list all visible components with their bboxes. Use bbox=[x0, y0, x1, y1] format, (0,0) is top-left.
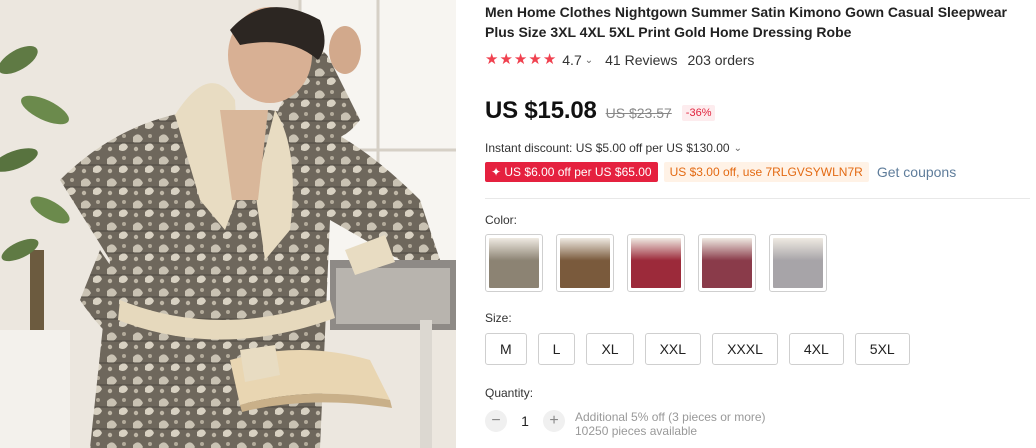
quantity-info: Additional 5% off (3 pieces or more) 102… bbox=[575, 410, 766, 438]
size-label: Size: bbox=[485, 311, 512, 325]
star-icon: ★ bbox=[499, 51, 513, 68]
get-coupons-link[interactable]: Get coupons bbox=[877, 164, 956, 180]
size-option-m[interactable]: M bbox=[485, 333, 527, 365]
size-option-xxl[interactable]: XXL bbox=[644, 333, 702, 365]
chevron-down-icon[interactable]: ⌄ bbox=[734, 143, 742, 154]
color-swatch[interactable] bbox=[627, 234, 685, 292]
current-price: US $15.08 bbox=[485, 97, 597, 124]
quantity-stepper: − 1 + Additional 5% off (3 pieces or mor… bbox=[485, 410, 1030, 438]
star-icon: ★ bbox=[528, 51, 542, 68]
product-photo bbox=[0, 0, 456, 448]
color-swatch[interactable] bbox=[485, 234, 543, 292]
product-title: Men Home Clothes Nightgown Summer Satin … bbox=[485, 4, 1007, 40]
product-details: Men Home Clothes Nightgown Summer Satin … bbox=[485, 0, 1030, 438]
size-option-4xl[interactable]: 4XL bbox=[788, 333, 844, 365]
star-icon: ★ bbox=[513, 51, 528, 68]
swatch-thumbnail bbox=[773, 238, 823, 288]
star-icon: ★ bbox=[542, 51, 557, 68]
stock-available: 10250 pieces available bbox=[575, 424, 698, 438]
swatch-thumbnail bbox=[631, 238, 681, 288]
quantity-value[interactable]: 1 bbox=[507, 410, 543, 432]
rating-stars: ★ ★ ★ ★ ★ bbox=[485, 51, 556, 69]
color-swatch[interactable] bbox=[698, 234, 756, 292]
size-options: M L XL XXL XXXL 4XL 5XL bbox=[485, 333, 1030, 365]
reviews-link[interactable]: 41 Reviews bbox=[605, 52, 677, 68]
orders-count: 203 orders bbox=[687, 52, 755, 68]
increase-quantity-button[interactable]: + bbox=[543, 410, 565, 432]
color-label: Color: bbox=[485, 213, 518, 227]
rating-row: ★ ★ ★ ★ ★ 4.7 ⌄ 41 Reviews 203 orders bbox=[485, 51, 1030, 69]
bulk-discount-note: Additional 5% off (3 pieces or more) bbox=[575, 410, 766, 424]
promo-code-badge[interactable]: US $3.00 off, use 7RLGVSYWLN7R bbox=[663, 161, 869, 182]
color-swatch[interactable] bbox=[769, 234, 827, 292]
chevron-down-icon[interactable]: ⌄ bbox=[585, 55, 593, 66]
star-icon: ★ bbox=[485, 51, 499, 68]
quantity-label: Quantity: bbox=[485, 386, 534, 400]
product-main-image[interactable] bbox=[0, 0, 456, 448]
rating-value[interactable]: 4.7 bbox=[562, 52, 581, 68]
swatch-thumbnail bbox=[702, 238, 752, 288]
size-option-xl[interactable]: XL bbox=[586, 333, 634, 365]
store-coupon-badge[interactable]: ✦ US $6.00 off per US $65.00 bbox=[485, 161, 658, 182]
coupon-row: ✦ US $6.00 off per US $65.00 US $3.00 of… bbox=[485, 161, 1030, 182]
size-option-xxxl[interactable]: XXXL bbox=[712, 333, 778, 365]
price-row: US $15.08 US $23.57 -36% bbox=[485, 97, 1030, 125]
divider bbox=[485, 198, 1030, 199]
size-option-5xl[interactable]: 5XL bbox=[854, 333, 910, 365]
swatch-thumbnail bbox=[489, 238, 539, 288]
color-swatch[interactable] bbox=[556, 234, 614, 292]
original-price: US $23.57 bbox=[605, 105, 672, 121]
instant-discount-text: Instant discount: US $5.00 off per US $1… bbox=[485, 141, 730, 155]
size-option-l[interactable]: L bbox=[537, 333, 576, 365]
discount-badge: -36% bbox=[681, 105, 716, 121]
instant-discount[interactable]: Instant discount: US $5.00 off per US $1… bbox=[485, 141, 1030, 155]
decrease-quantity-button[interactable]: − bbox=[485, 410, 507, 432]
color-swatches bbox=[485, 234, 1030, 292]
swatch-thumbnail bbox=[560, 238, 610, 288]
